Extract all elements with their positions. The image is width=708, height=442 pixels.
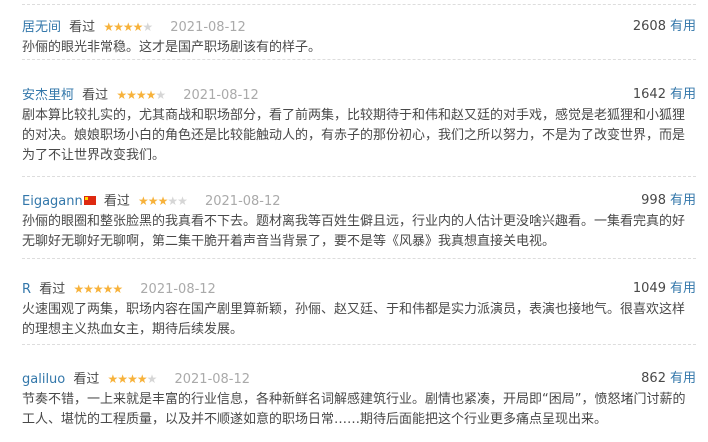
review-header: R 看过 ★★★★★ 2021-08-12 1049 有用 — [22, 278, 696, 300]
useful-count: 1049 — [632, 281, 666, 296]
useful-button[interactable]: 有用 — [670, 281, 696, 296]
useful-button[interactable]: 有用 — [670, 19, 696, 34]
star-icon: ★★★ — [138, 194, 168, 208]
review-header: 居无间 看过 ★★★★★ 2021-08-12 2608 有用 — [22, 16, 696, 38]
watched-status: 看过 — [69, 20, 96, 35]
star-icon: ★★★★ — [107, 372, 148, 386]
watched-status: 看过 — [103, 194, 130, 209]
review-username[interactable]: 安杰里柯 — [22, 88, 74, 103]
review-content: 火速围观了两集，职场内容在国产剧里算新颖，孙俪、赵又廷、于和伟都是实力派演员，表… — [22, 302, 686, 337]
watched-status: 看过 — [73, 372, 100, 387]
review-item: Eigagann 看过 ★★★★★ 2021-08-12 998 有用 孙俪的眼圈… — [22, 188, 696, 259]
useful-count: 2608 — [632, 19, 666, 34]
review-username[interactable]: 居无间 — [22, 20, 61, 35]
watched-status: 看过 — [82, 88, 109, 103]
votes-area: 1049 有用 — [633, 278, 696, 300]
review-username[interactable]: R — [22, 282, 31, 297]
star-empty-icon: ★ — [155, 88, 166, 102]
votes-area: 862 有用 — [641, 368, 696, 390]
useful-count: 1642 — [632, 87, 666, 102]
rating-stars: ★★★★★ — [103, 16, 153, 38]
review-content: 剧本算比较扎实的，尤其商战和职场部分，看了前两集，比较期待于和伟和赵又廷的对手戏… — [22, 108, 686, 163]
rating-stars: ★★★★★ — [107, 368, 158, 390]
star-empty-icon: ★ — [142, 20, 153, 34]
review-item: R 看过 ★★★★★ 2021-08-12 1049 有用 火速围观了两集，职场内… — [22, 276, 696, 345]
votes-area: 2608 有用 — [633, 16, 696, 38]
rating-stars: ★★★★★ — [116, 84, 166, 106]
review-item: galiluo 看过 ★★★★★ 2021-08-12 862 有用 节奏不错，一… — [22, 366, 696, 442]
review-content: 孙俪的眼圈和整张脸黑的我真看不下去。题材离我等百姓生僻且远，行业内的人估计更没啥… — [22, 214, 686, 249]
useful-count: 862 — [641, 371, 666, 386]
review-username[interactable]: Eigagann — [22, 194, 83, 209]
review-date: 2021-08-12 — [174, 372, 251, 387]
review-content: 孙俪的眼光非常稳。这才是国产职场剧该有的样子。 — [22, 40, 322, 55]
china-flag-icon — [83, 196, 96, 205]
useful-button[interactable]: 有用 — [670, 371, 696, 386]
useful-count: 998 — [641, 193, 666, 208]
review-header: Eigagann 看过 ★★★★★ 2021-08-12 998 有用 — [22, 190, 696, 212]
review-header: galiluo 看过 ★★★★★ 2021-08-12 862 有用 — [22, 368, 696, 390]
review-content: 节奏不错，一上来就是丰富的行业信息，各种新鲜名词解感建筑行业。剧情也紧凑，开局即… — [22, 392, 686, 427]
star-empty-icon: ★ — [146, 372, 158, 386]
useful-button[interactable]: 有用 — [670, 193, 696, 208]
useful-button[interactable]: 有用 — [670, 87, 696, 102]
review-item: 安杰里柯 看过 ★★★★★ 2021-08-12 1642 有用 剧本算比较扎实的… — [22, 82, 696, 177]
votes-area: 1642 有用 — [633, 84, 696, 106]
votes-area: 998 有用 — [641, 190, 696, 212]
star-icon: ★★★★ — [116, 88, 156, 102]
review-header: 安杰里柯 看过 ★★★★★ 2021-08-12 1642 有用 — [22, 84, 696, 106]
review-date: 2021-08-12 — [170, 20, 246, 35]
watched-status: 看过 — [39, 282, 66, 297]
star-empty-icon: ★★ — [167, 194, 187, 208]
rating-stars: ★★★★★ — [73, 278, 123, 300]
review-date: 2021-08-12 — [183, 88, 259, 103]
review-username[interactable]: galiluo — [22, 372, 65, 387]
review-date: 2021-08-12 — [204, 194, 281, 209]
rating-stars: ★★★★★ — [138, 190, 188, 212]
star-icon: ★★★★ — [103, 20, 143, 34]
review-item: 居无间 看过 ★★★★★ 2021-08-12 2608 有用 孙俪的眼光非常稳。… — [22, 4, 696, 60]
star-icon: ★★★★★ — [73, 282, 123, 296]
review-date: 2021-08-12 — [140, 282, 216, 297]
